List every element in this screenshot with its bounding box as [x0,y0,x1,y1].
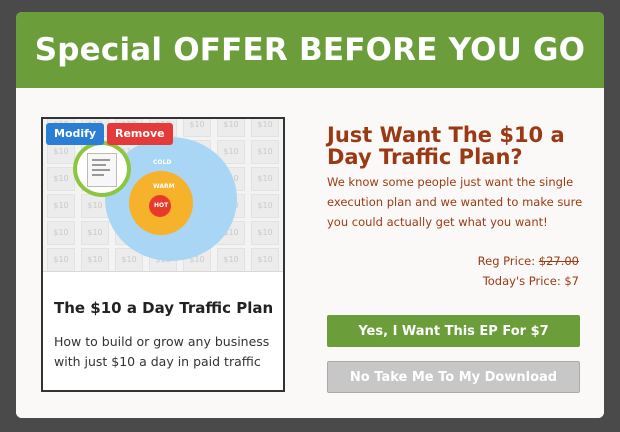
product-thumbnail: $10 $10 $10 $10 $10 $10 $10 $10 $10 $10 $10 $10 $10 $… [43,119,283,272]
thumbnail-tile: $10 [251,119,279,137]
thumbnail-tile: $10 [47,248,75,271]
offer-modal: Special OFFER BEFORE YOU GO $10 $10 $10 $10… [16,12,604,418]
thumbnail-tile: $10 [217,248,245,271]
modal-body: $10 $10 $10 $10 $10 $10 $10 $10 $10 $10 $10 $10 $10 $… [16,88,604,418]
regular-price-value: $27.00 [538,254,579,268]
thumbnail-tile: $10 [251,167,279,191]
product-card: $10 $10 $10 $10 $10 $10 $10 $10 $10 $10 $10 $10 $10 $… [41,117,285,392]
thumbnail-tile: $10 [183,119,211,137]
todays-price: Today's Price: $7 [482,274,579,288]
thumbnail-tile: $10 [81,248,109,271]
decline-offer-button[interactable]: No Take Me To My Download [327,361,580,393]
thumbnail-tile: $10 [251,248,279,271]
thumbnail-tile: $10 [47,194,75,218]
modal-header: Special OFFER BEFORE YOU GO [16,12,604,88]
offer-headline: Just Want The $10 a Day Traffic Plan? [327,123,565,169]
offer-pitch: We know some people just want the single… [327,175,583,229]
product-title: The $10 a Day Traffic Plan [54,299,274,317]
document-icon [87,153,117,187]
hot-ring-label: HOT [154,202,169,209]
thumbnail-tile: $10 [81,221,109,245]
warm-ring-label: WARM [153,183,175,190]
cold-ring-label: COLD [153,159,172,166]
thumbnail-tile: $10 [47,167,75,191]
thumbnail-tile: $10 [251,194,279,218]
product-description: How to build or grow any business with j… [54,334,270,369]
accept-offer-button[interactable]: Yes, I Want This EP For $7 [327,315,580,347]
modify-button[interactable]: Modify [46,123,105,145]
modal-title: Special OFFER BEFORE YOU GO [34,32,586,68]
thumbnail-tile: $10 [47,221,75,245]
document-bubble-icon [73,141,131,197]
regular-price-label: Reg Price: [477,254,539,268]
thumbnail-tile: $10 [217,119,245,137]
regular-price: Reg Price: $27.00 [478,254,579,268]
thumbnail-tile: $10 [251,140,279,164]
thumbnail-tile: $10 [251,221,279,245]
remove-button[interactable]: Remove [107,123,173,145]
